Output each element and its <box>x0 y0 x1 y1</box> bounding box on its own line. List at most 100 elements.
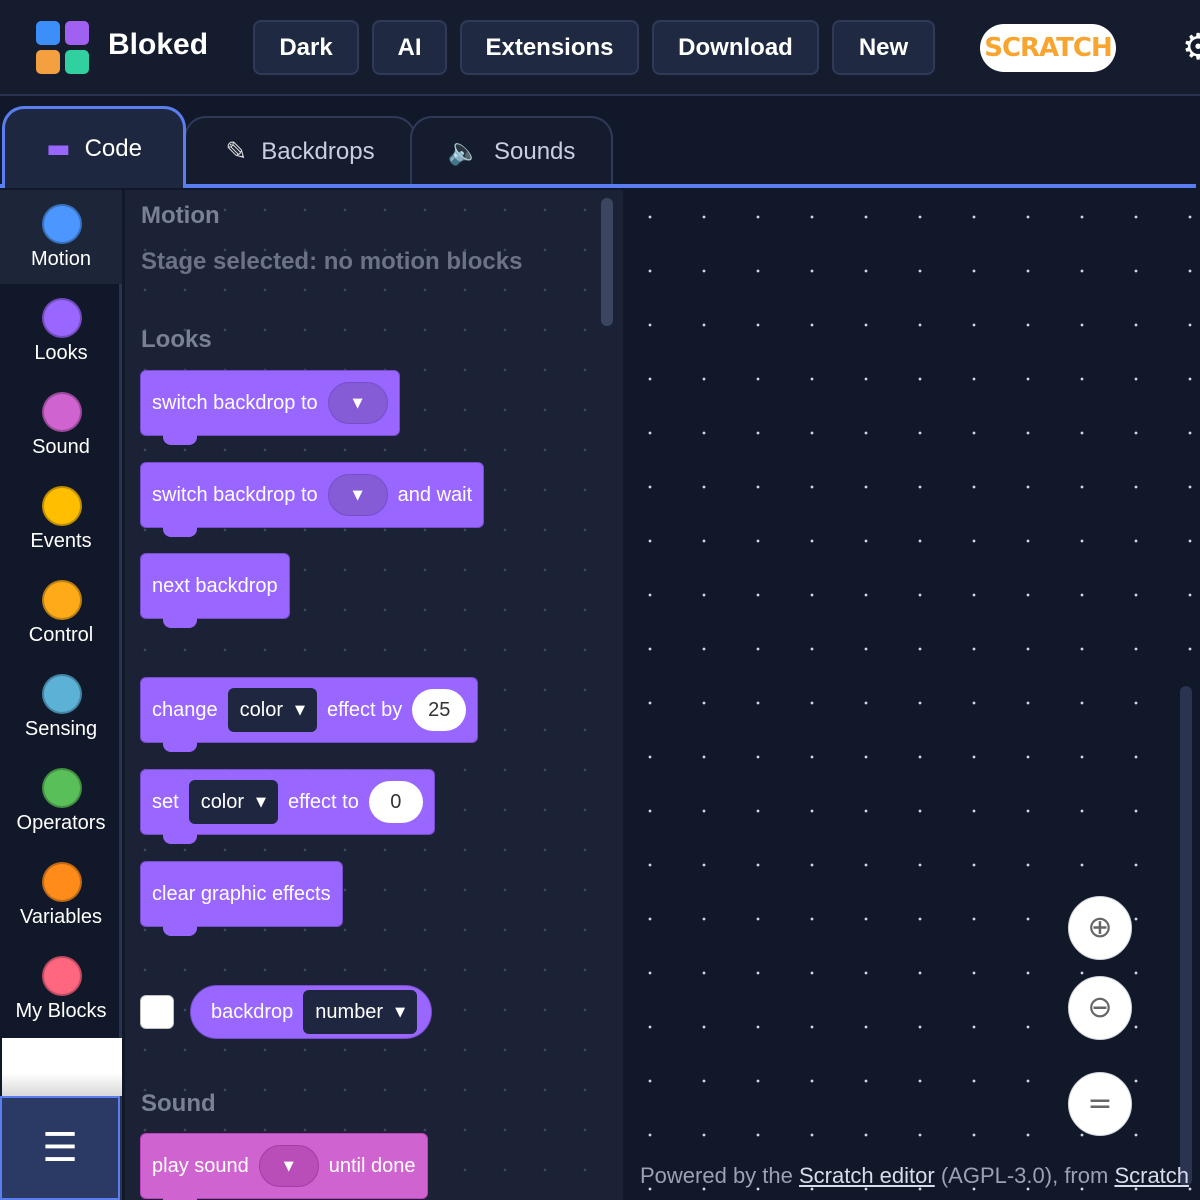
block-switch-backdrop-and-wait[interactable]: switch backdrop to ▼ and wait <box>140 462 485 537</box>
extensions-button[interactable]: Extensions <box>460 20 639 75</box>
scratch-logo[interactable]: SCRATCH <box>980 24 1116 72</box>
chevron-down-icon: ▼ <box>352 395 363 411</box>
gear-icon[interactable]: ⚙ <box>1182 30 1200 66</box>
category-label: Operators <box>16 812 106 834</box>
effect-value-input[interactable]: 0 <box>368 781 423 823</box>
tab-code[interactable]: ▬ Code <box>2 106 186 188</box>
block-text: clear graphic effects <box>152 882 331 905</box>
block-play-sound-until-done[interactable]: play sound ▼ until done <box>140 1133 428 1200</box>
footer-middle: (AGPL-3.0), from <box>934 1163 1115 1188</box>
operators-color-dot <box>42 768 82 808</box>
motion-color-dot <box>42 204 82 244</box>
motion-empty-note: Stage selected: no motion blocks <box>141 248 523 275</box>
paintbrush-icon: ✎ <box>225 137 248 167</box>
chevron-down-icon: ▼ <box>352 487 363 503</box>
tab-sounds[interactable]: 🔈 Sounds <box>410 116 613 186</box>
download-button[interactable]: Download <box>652 20 819 75</box>
zoom-reset-button[interactable]: = <box>1068 1072 1132 1136</box>
block-text: backdrop <box>211 1000 294 1023</box>
extra-category-slot <box>2 1038 122 1096</box>
category-variables[interactable]: Variables <box>0 848 122 942</box>
top-header: Bloked Dark AI Extensions Download New S… <box>0 0 1200 96</box>
zoom-out-button[interactable]: ⊖ <box>1068 976 1132 1040</box>
bloked-logo-icon[interactable] <box>36 21 89 74</box>
tab-backdrops[interactable]: ✎ Backdrops <box>184 116 416 186</box>
effect-menu[interactable]: color ▼ <box>188 780 279 824</box>
block-next-backdrop[interactable]: next backdrop <box>140 553 290 628</box>
category-label: Control <box>28 624 94 646</box>
category-sound[interactable]: Sound <box>0 378 122 472</box>
category-label: Sound <box>32 436 90 458</box>
category-label: Sensing <box>24 718 98 740</box>
block-text: play sound <box>152 1154 249 1177</box>
ai-button[interactable]: AI <box>372 20 447 75</box>
workspace-scrollbar[interactable] <box>1180 686 1192 1186</box>
category-label: Events <box>30 530 92 552</box>
script-workspace[interactable] <box>623 190 1200 1200</box>
tab-backdrops-label: Backdrops <box>261 138 375 165</box>
backdrop-reporter-checkbox[interactable] <box>140 995 174 1029</box>
block-text: change <box>152 698 218 721</box>
sensing-color-dot <box>42 674 82 714</box>
speaker-icon: 🔈 <box>447 137 480 167</box>
section-title-sound: Sound <box>141 1090 216 1117</box>
block-switch-backdrop[interactable]: switch backdrop to ▼ <box>140 370 400 445</box>
add-extension-icon: ☰ <box>42 1125 78 1171</box>
zoom-out-icon: ⊖ <box>1087 990 1113 1025</box>
category-looks[interactable]: Looks <box>0 284 122 378</box>
zoom-in-button[interactable]: ⊕ <box>1068 896 1132 960</box>
block-text: next backdrop <box>152 574 278 597</box>
backdrop-property-value: number <box>315 1000 384 1023</box>
block-clear-graphic-effects[interactable]: clear graphic effects <box>140 861 343 936</box>
chevron-down-icon: ▼ <box>395 1004 406 1020</box>
dark-mode-button[interactable]: Dark <box>253 20 359 75</box>
category-my-blocks[interactable]: My Blocks <box>0 942 122 1036</box>
chevron-down-icon: ▼ <box>283 1158 294 1174</box>
section-title-motion: Motion <box>141 202 220 229</box>
footer-prefix: Powered by the <box>640 1163 799 1188</box>
backdrop-dropdown[interactable]: ▼ <box>327 382 388 424</box>
backdrop-property-menu[interactable]: number ▼ <box>303 990 418 1034</box>
block-text: set <box>152 790 179 813</box>
my-blocks-color-dot <box>42 956 82 996</box>
events-color-dot <box>42 486 82 526</box>
scratch-editor-link[interactable]: Scratch editor <box>799 1163 935 1188</box>
block-backdrop-reporter[interactable]: backdrop number ▼ <box>190 985 433 1039</box>
sound-dropdown[interactable]: ▼ <box>258 1145 319 1187</box>
block-text: effect by <box>326 698 403 721</box>
category-sensing[interactable]: Sensing <box>0 660 122 754</box>
block-text: and wait <box>397 483 473 506</box>
brand-name[interactable]: Bloked <box>108 28 208 62</box>
block-text: effect to <box>288 790 359 813</box>
effect-menu[interactable]: color ▼ <box>227 688 317 732</box>
tab-sounds-label: Sounds <box>493 138 576 165</box>
code-blocks-icon: ▬ <box>46 133 71 164</box>
palette-scrollbar[interactable] <box>601 198 613 326</box>
backdrop-dropdown[interactable]: ▼ <box>327 474 388 516</box>
add-extension-button[interactable]: ☰ <box>0 1096 120 1200</box>
variables-color-dot <box>42 862 82 902</box>
tab-code-label: Code <box>84 134 142 162</box>
block-change-effect[interactable]: change color ▼ effect by 25 <box>140 677 479 752</box>
sound-color-dot <box>42 392 82 432</box>
block-palette[interactable]: Motion Stage selected: no motion blocks … <box>125 190 623 1200</box>
equals-icon: = <box>1087 1086 1113 1121</box>
looks-color-dot <box>42 298 82 338</box>
scratch-link[interactable]: Scratch <box>1114 1163 1189 1188</box>
block-set-effect[interactable]: set color ▼ effect to 0 <box>140 769 435 844</box>
chevron-down-icon: ▼ <box>256 794 267 810</box>
category-label: Looks <box>34 342 88 364</box>
block-text: until done <box>328 1154 416 1177</box>
effect-amount-input[interactable]: 25 <box>412 689 467 731</box>
block-text: switch backdrop to <box>152 483 318 506</box>
new-button[interactable]: New <box>832 20 935 75</box>
category-events[interactable]: Events <box>0 472 122 566</box>
category-control[interactable]: Control <box>0 566 122 660</box>
category-operators[interactable]: Operators <box>0 754 122 848</box>
effect-menu-value: color <box>200 790 245 813</box>
control-color-dot <box>42 580 82 620</box>
chevron-down-icon: ▼ <box>294 702 305 718</box>
effect-menu-value: color <box>239 698 283 721</box>
category-motion[interactable]: Motion <box>0 190 122 284</box>
zoom-in-icon: ⊕ <box>1087 910 1113 945</box>
